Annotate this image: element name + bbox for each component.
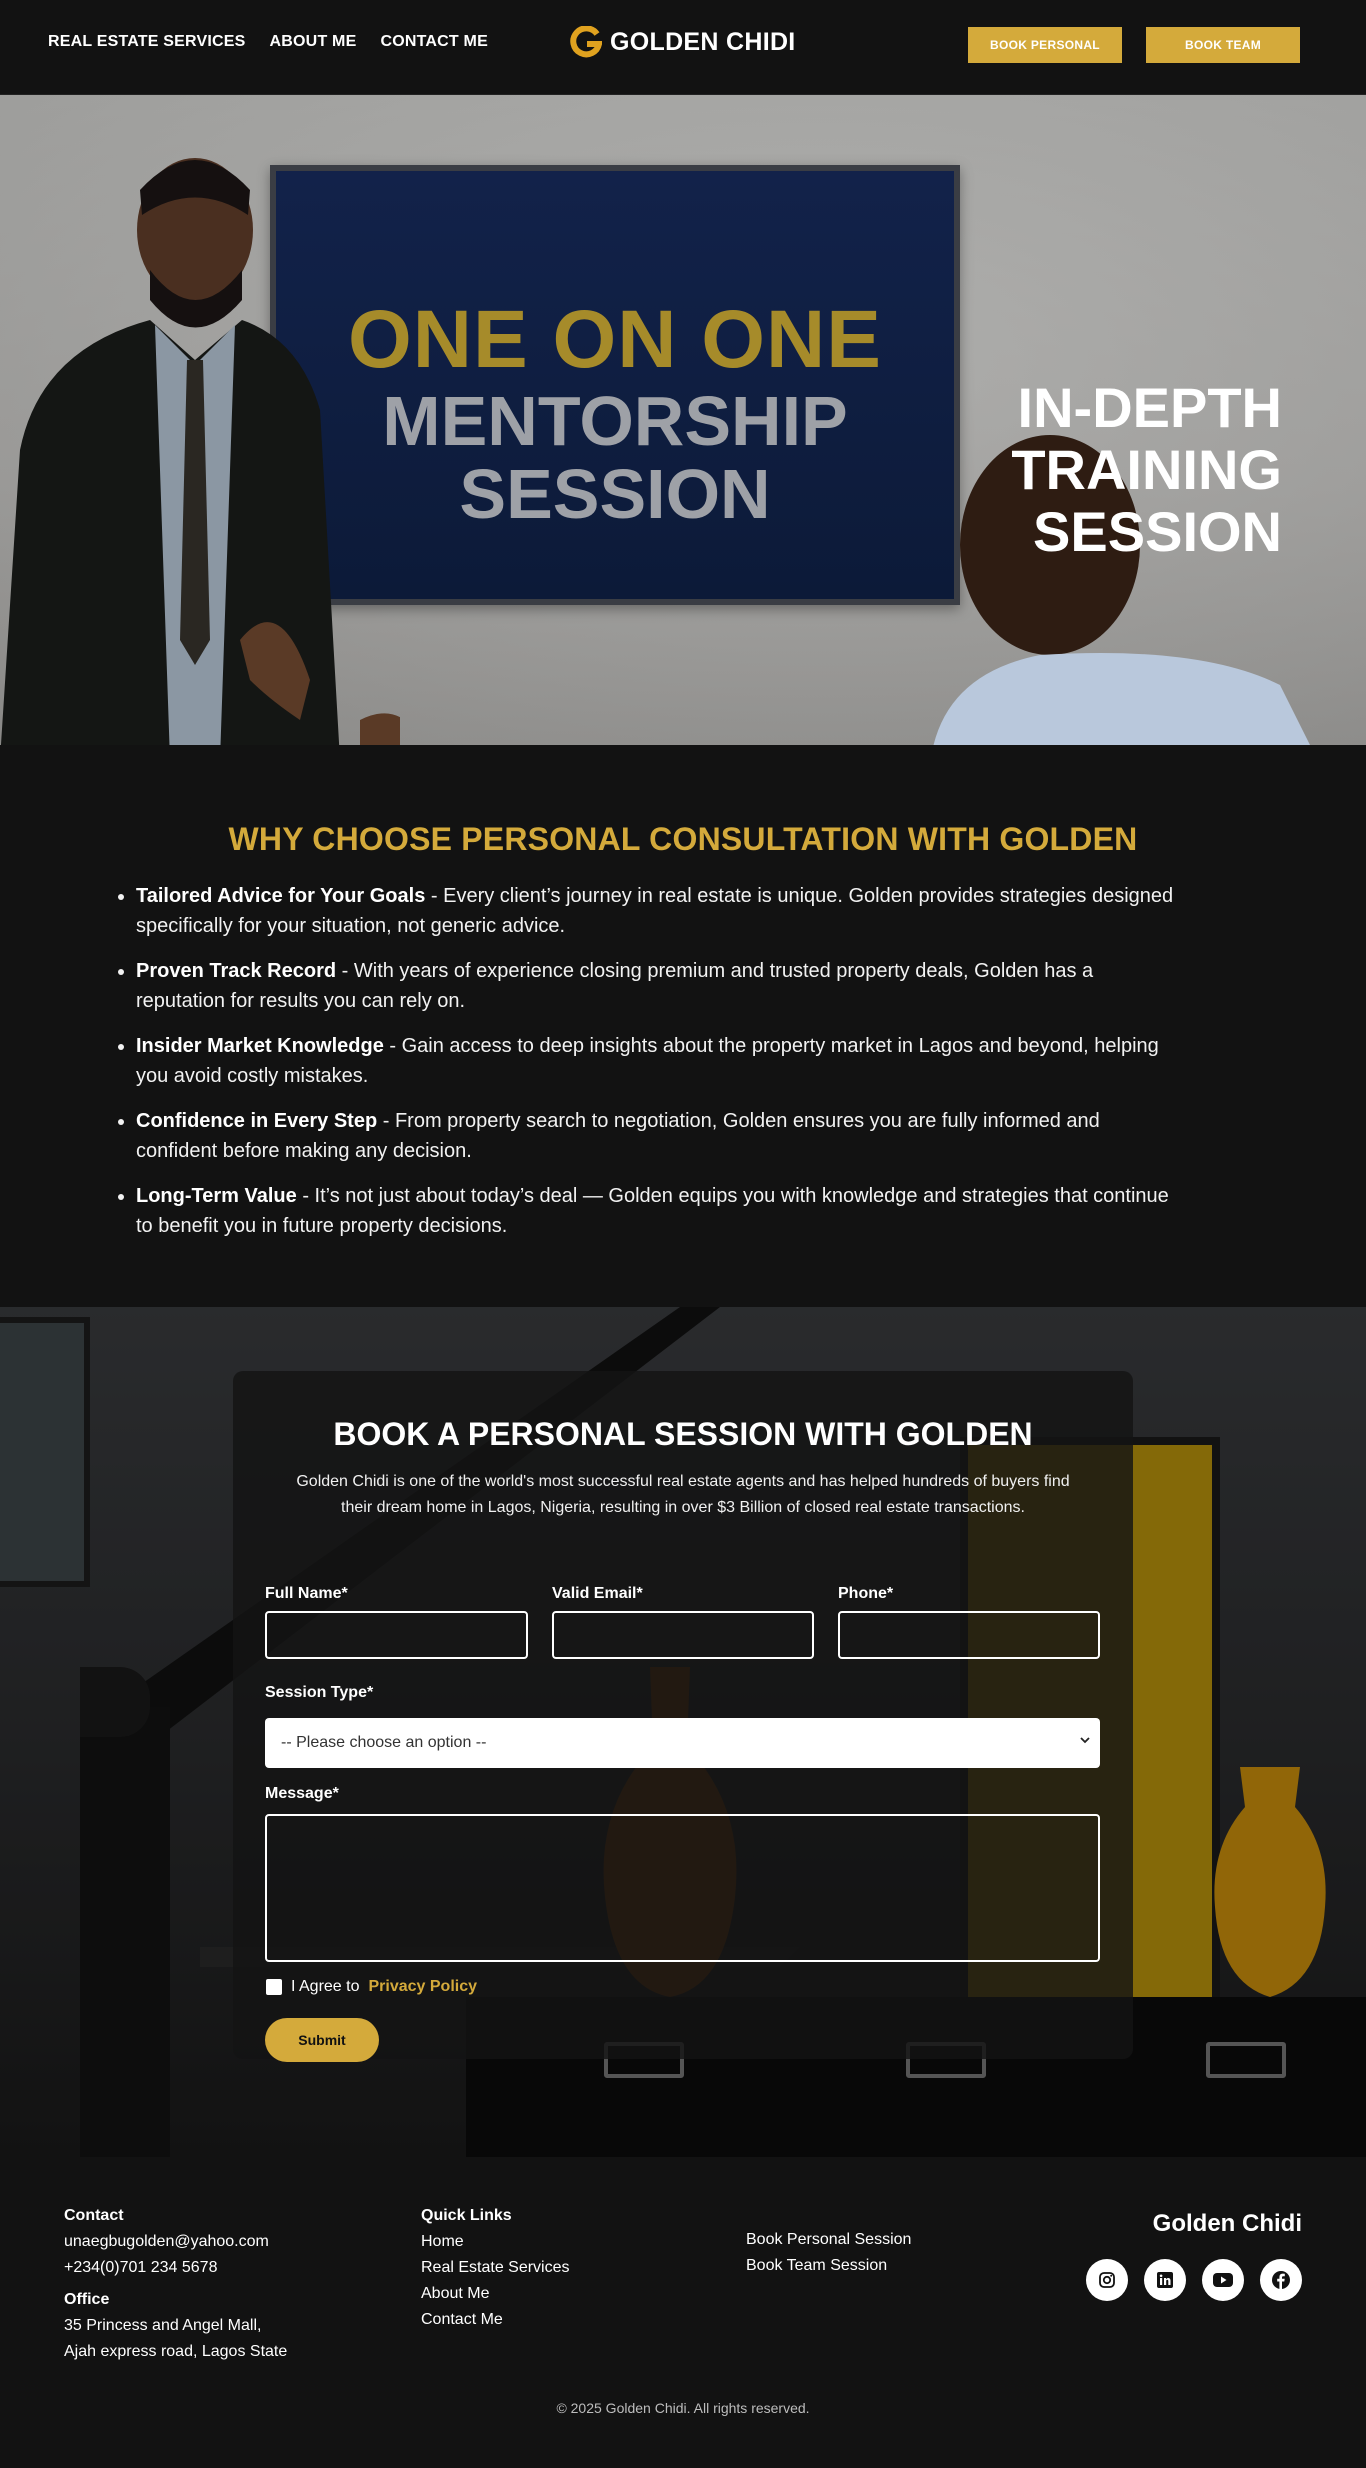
brand-name: GOLDEN CHIDI	[610, 27, 796, 56]
copyright: © 2025 Golden Chidi. All rights reserved…	[556, 2400, 810, 2416]
benefit-item: Long-Term Value - It’s not just about to…	[136, 1181, 1186, 1241]
benefit-heading: Long-Term Value	[136, 1185, 297, 1207]
submit-button[interactable]: Submit	[265, 2018, 379, 2062]
footer: Contact unaegbugolden@yahoo.com +234(0)7…	[0, 2157, 1366, 2468]
benefit-heading: Proven Track Record	[136, 960, 337, 982]
agree-checkbox[interactable]	[266, 1979, 282, 1995]
nav-links: REAL ESTATE SERVICES ABOUT ME CONTACT ME	[48, 33, 488, 51]
chevron-down-icon	[1080, 1737, 1090, 1744]
phone-input[interactable]	[838, 1611, 1100, 1659]
quick-links-heading: Quick Links	[421, 2207, 512, 2224]
message-label: Message*	[265, 1785, 339, 1802]
hero-title: IN-DEPTH TRAINING SESSION	[1011, 377, 1282, 563]
logo-g-icon	[570, 26, 602, 58]
contact-phone[interactable]: +234(0)701 234 5678	[64, 2255, 287, 2281]
booking-title: BOOK A PERSONAL SESSION WITH GOLDEN	[333, 1416, 1033, 1452]
presenter-figure	[0, 158, 400, 745]
footer-link-real-estate-services[interactable]: Real Estate Services	[421, 2255, 570, 2281]
benefit-item: Proven Track Record - With years of expe…	[136, 956, 1186, 1016]
booking-section: BOOK A PERSONAL SESSION WITH GOLDEN Gold…	[0, 1307, 1366, 2157]
footer-link-about-me[interactable]: About Me	[421, 2281, 570, 2307]
office-line-1: 35 Princess and Angel Mall,	[64, 2317, 262, 2334]
facebook-icon[interactable]	[1260, 2259, 1302, 2301]
agree-row: I Agree to Privacy Policy	[266, 1978, 477, 1996]
benefit-item: Insider Market Knowledge - Gain access t…	[136, 1031, 1186, 1091]
footer-link-book-team[interactable]: Book Team Session	[746, 2253, 911, 2279]
hero-title-line-3: SESSION	[1033, 500, 1282, 563]
office-heading: Office	[64, 2291, 110, 2308]
session-type-label: Session Type*	[265, 1684, 374, 1701]
contact-email[interactable]: unaegbugolden@yahoo.com	[64, 2229, 287, 2255]
benefit-heading: Tailored Advice for Your Goals	[136, 885, 426, 907]
footer-quick-links: Quick Links Home Real Estate Services Ab…	[421, 2203, 570, 2333]
footer-link-book-personal[interactable]: Book Personal Session	[746, 2227, 911, 2253]
phone-label: Phone*	[838, 1585, 894, 1602]
booking-form: BOOK A PERSONAL SESSION WITH GOLDEN Gold…	[233, 1371, 1133, 2062]
top-nav: REAL ESTATE SERVICES ABOUT ME CONTACT ME…	[0, 0, 1366, 95]
hero-title-line-1: IN-DEPTH	[1017, 376, 1282, 439]
footer-link-home[interactable]: Home	[421, 2229, 570, 2255]
full-name-input[interactable]	[265, 1611, 528, 1659]
page: REAL ESTATE SERVICES ABOUT ME CONTACT ME…	[0, 0, 1366, 2468]
office-line-2: Ajah express road, Lagos State	[64, 2343, 288, 2360]
nav-link-about-me[interactable]: ABOUT ME	[270, 33, 357, 51]
hero-title-line-2: TRAINING	[1011, 438, 1282, 501]
why-choose-section: WHY CHOOSE PERSONAL CONSULTATION WITH GO…	[0, 745, 1366, 1307]
benefit-heading: Confidence in Every Step	[136, 1110, 378, 1132]
social-links	[1086, 2259, 1302, 2301]
benefit-item: Tailored Advice for Your Goals - Every c…	[136, 881, 1186, 941]
hero-banner: ONE ON ONE MENTORSHIP SESSION IN-DEPTH T…	[0, 95, 1366, 745]
linkedin-icon[interactable]	[1144, 2259, 1186, 2301]
email-input[interactable]	[552, 1611, 814, 1659]
instagram-icon[interactable]	[1086, 2259, 1128, 2301]
benefit-item: Confidence in Every Step - From property…	[136, 1106, 1186, 1166]
agree-text: I Agree to	[291, 1978, 360, 1995]
session-type-select[interactable]: -- Please choose an option --	[265, 1718, 1100, 1768]
full-name-label: Full Name*	[265, 1585, 348, 1602]
youtube-icon[interactable]	[1202, 2259, 1244, 2301]
contact-heading: Contact	[64, 2207, 124, 2224]
benefits-list: Tailored Advice for Your Goals - Every c…	[116, 881, 1186, 1256]
benefit-heading: Insider Market Knowledge	[136, 1035, 384, 1057]
nav-link-real-estate-services[interactable]: REAL ESTATE SERVICES	[48, 33, 246, 51]
why-title: WHY CHOOSE PERSONAL CONSULTATION WITH GO…	[228, 821, 1138, 857]
footer-contact: Contact unaegbugolden@yahoo.com +234(0)7…	[64, 2203, 287, 2365]
session-type-value: -- Please choose an option --	[281, 1734, 487, 1751]
footer-link-contact-me[interactable]: Contact Me	[421, 2307, 570, 2333]
email-label: Valid Email*	[552, 1585, 643, 1602]
brand-logo[interactable]: GOLDEN CHIDI	[570, 26, 796, 58]
book-personal-button[interactable]: BOOK PERSONAL	[968, 27, 1122, 63]
booking-description: Golden Chidi is one of the world's most …	[296, 1473, 1070, 1516]
footer-brand: Golden Chidi	[1152, 2210, 1302, 2237]
book-team-button[interactable]: BOOK TEAM	[1146, 27, 1300, 63]
nav-link-contact-me[interactable]: CONTACT ME	[380, 33, 487, 51]
footer-book-links: Book Personal Session Book Team Session	[746, 2227, 911, 2279]
privacy-policy-link[interactable]: Privacy Policy	[369, 1978, 478, 1996]
message-textarea[interactable]	[265, 1814, 1100, 1962]
nav-buttons: BOOK PERSONAL BOOK TEAM	[968, 27, 1300, 63]
